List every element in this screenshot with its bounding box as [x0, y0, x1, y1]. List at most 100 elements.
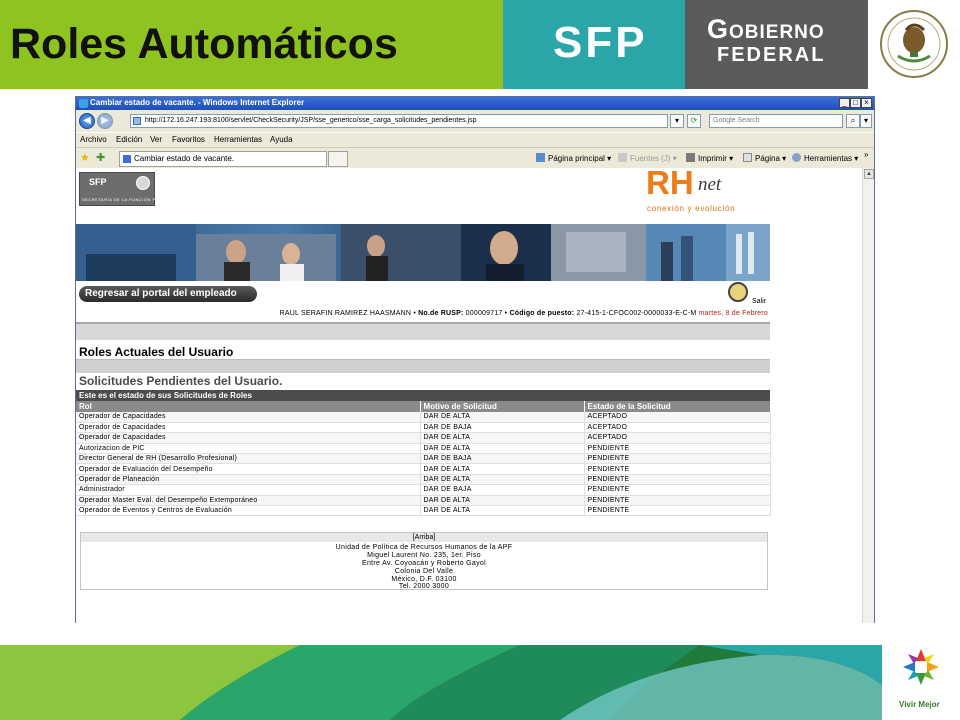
print-button[interactable]: Imprimir ▾ [686, 153, 733, 163]
vertical-scrollbar[interactable]: ▲ [862, 168, 874, 623]
back-to-portal-button[interactable]: Regresar al portal del empleado [79, 286, 257, 302]
vivir-mejor-text: Vivir Mejor [899, 700, 940, 709]
new-tab-button[interactable] [328, 151, 348, 167]
search-placeholder: Google Search [713, 117, 760, 124]
close-button[interactable]: × [861, 98, 872, 108]
feeds-label: Fuentes (J) [630, 154, 671, 163]
top-link-label: [Arriba] [412, 534, 436, 541]
menu-herramientas[interactable]: Herramientas [214, 135, 262, 144]
feeds-icon [618, 153, 627, 162]
roles-actuales-heading: Roles Actuales del Usuario [79, 345, 234, 359]
col-motivo: Motivo de Solicitud [420, 401, 585, 412]
page-menu-button[interactable]: Página ▾ [743, 153, 786, 163]
cell-rol: Administrador [76, 484, 421, 496]
table-row: Operador de Capacidades DAR DE BAJA ACEPTA… [76, 422, 771, 434]
tools-label: Herramientas [804, 154, 853, 163]
table-header-row: Rol Motivo de Solicitud Estado de la Sol… [76, 401, 771, 412]
browser-tab[interactable]: Cambiar estado de vacante. [119, 151, 327, 167]
table-row: Operador de Capacidades DAR DE ALTA ACEPTA… [76, 432, 771, 444]
scroll-up-button[interactable]: ▲ [864, 169, 874, 179]
menu-ver[interactable]: Ver [150, 135, 162, 144]
menu-favoritos[interactable]: Favoritos [172, 135, 205, 144]
cell-estado: PENDIENTE [584, 463, 771, 475]
cell-rol: Operador de Planeación [76, 474, 421, 486]
key-icon [728, 282, 748, 302]
maximize-button[interactable]: □ [850, 98, 861, 108]
cell-estado: PENDIENTE [584, 443, 771, 455]
logout-button[interactable]: Salir [728, 282, 768, 308]
forward-button[interactable]: ▶ [97, 113, 113, 129]
favorites-star-icon[interactable]: ★ [80, 151, 90, 164]
net-brand: net [698, 174, 722, 195]
cell-rol: Operador de Eventos y Centros de Evaluac… [76, 505, 421, 517]
table-row: Autorizacion de PIC DAR DE ALTA PENDIENTE [76, 443, 771, 455]
address-line: Tel. 2000 3000 [398, 583, 450, 590]
cell-motivo: DAR DE ALTA [420, 412, 585, 423]
sfp-logo-text: SFP [553, 18, 648, 67]
page-footer-address: [Arriba] Unidad de Política de Recursos … [80, 532, 768, 590]
back-button[interactable]: ◀ [79, 113, 95, 129]
cell-motivo: DAR DE ALTA [420, 505, 585, 517]
sfp-mini-logo: SFP SECRETARÍA DE LA FUNCIÓN PÚBLICA [79, 172, 173, 206]
rhnet-tagline: conexión y evolución [647, 204, 736, 213]
tools-button[interactable]: Herramientas ▾ [792, 153, 858, 163]
cell-rol: Autorizacion de PIC [76, 443, 421, 455]
mexico-seal-icon [868, 0, 960, 89]
gobierno-federal-logo: Gobierno Federal [685, 0, 868, 89]
cell-estado: PENDIENTE [584, 505, 771, 517]
ie-icon [79, 99, 88, 108]
window-title: Cambiar estado de vacante. - Windows Int… [90, 98, 305, 107]
current-date: martes, 8 de Febrero [698, 310, 768, 317]
mini-seal-icon [136, 176, 150, 190]
address-line: México, D.F. 03100 [391, 576, 457, 583]
user-name: RAUL SERAFIN RAMIREZ HAASMANN [279, 310, 412, 317]
col-rol: Rol [76, 401, 421, 412]
cell-motivo: DAR DE BAJA [420, 484, 585, 496]
address-dropdown-button[interactable]: ▾ [670, 114, 684, 128]
cell-motivo: DAR DE ALTA [420, 495, 585, 507]
web-page: SFP SECRETARÍA DE LA FUNCIÓN PÚBLICA RH … [76, 168, 771, 623]
cell-motivo: DAR DE ALTA [420, 463, 585, 475]
vivir-mejor-logo: Vivir Mejor [882, 645, 960, 720]
puesto-value: 27-415-1-CFOC002-0000033-E-C-M [576, 310, 697, 317]
top-link[interactable]: [Arriba] [81, 533, 767, 542]
cell-estado: PENDIENTE [584, 484, 771, 496]
search-input[interactable]: Google Search [709, 114, 843, 128]
cell-estado: PENDIENTE [584, 474, 771, 486]
print-icon [686, 153, 695, 162]
home-label: Página principal [548, 154, 605, 163]
logout-label: Salir [752, 298, 767, 305]
home-button[interactable]: Página principal ▾ [536, 153, 611, 163]
rh-brand: RH [646, 168, 694, 201]
chevron-right-icon[interactable]: » [864, 150, 868, 159]
browser-window: Cambiar estado de vacante. - Windows Int… [75, 96, 875, 623]
page-menu-label: Página [755, 154, 780, 163]
solicitudes-heading: Solicitudes Pendientes del Usuario. [79, 374, 283, 388]
cell-motivo: DAR DE BAJA [420, 422, 585, 434]
menu-ayuda[interactable]: Ayuda [270, 135, 293, 144]
menu-archivo[interactable]: Archivo [80, 135, 107, 144]
refresh-icon[interactable]: ⟳ [687, 114, 701, 128]
address-line: Colonia Del Valle [394, 568, 454, 575]
menu-edicion[interactable]: Edición [116, 135, 142, 144]
address-row: ◀ ▶ http://172.16.247.193:8100/servlet/C… [76, 111, 874, 131]
window-titlebar[interactable]: Cambiar estado de vacante. - Windows Int… [76, 97, 874, 110]
page-brand-header: SFP SECRETARÍA DE LA FUNCIÓN PÚBLICA RH … [76, 168, 770, 222]
sfp-logo: SFP [503, 0, 685, 89]
cell-rol: Operador de Capacidades [76, 432, 421, 444]
slide-title: Roles Automáticos [10, 20, 398, 68]
slide: Roles Automáticos SFP Gobierno Federal [0, 0, 960, 720]
sfp-mini-sub: SECRETARÍA DE LA FUNCIÓN PÚBLICA [82, 197, 174, 202]
feeds-button[interactable]: Fuentes (J) ▾ [618, 153, 677, 163]
add-favorite-icon[interactable]: ✚ [96, 151, 105, 164]
federal-text: Federal [717, 44, 826, 66]
search-icon[interactable]: ⌕ [846, 114, 860, 128]
rhnet-logo: RH net conexión y evolución [646, 168, 768, 214]
minimize-button[interactable]: _ [839, 98, 850, 108]
search-options-button[interactable]: ▾ [860, 114, 872, 128]
cell-estado: PENDIENTE [584, 453, 771, 465]
page-viewport: SFP SECRETARÍA DE LA FUNCIÓN PÚBLICA RH … [76, 168, 862, 623]
address-bar[interactable]: http://172.16.247.193:8100/servlet/Check… [130, 114, 668, 128]
slide-title-band: Roles Automáticos [0, 0, 503, 89]
home-icon [536, 153, 545, 162]
